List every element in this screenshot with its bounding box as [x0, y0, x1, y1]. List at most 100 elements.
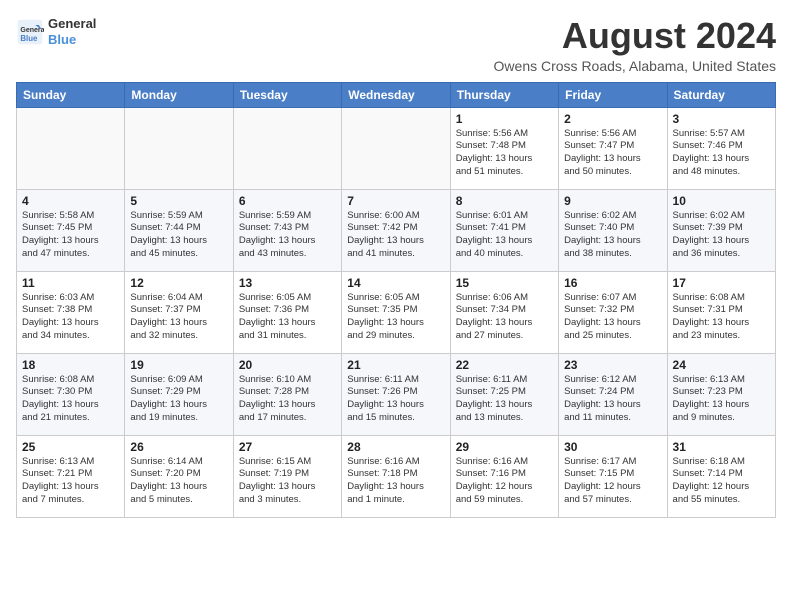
day-number: 10 [673, 194, 770, 208]
day-info: Sunrise: 5:57 AM Sunset: 7:46 PM Dayligh… [673, 128, 770, 179]
day-info: Sunrise: 5:58 AM Sunset: 7:45 PM Dayligh… [22, 210, 119, 261]
day-number: 13 [239, 276, 336, 290]
calendar-cell: 28 Sunrise: 6:16 AM Sunset: 7:18 PM Dayli… [342, 435, 450, 517]
day-number: 28 [347, 440, 444, 454]
day-info: Sunrise: 6:07 AM Sunset: 7:32 PM Dayligh… [564, 292, 661, 343]
calendar-cell: 20 Sunrise: 6:10 AM Sunset: 7:28 PM Dayli… [233, 353, 341, 435]
day-info: Sunrise: 6:02 AM Sunset: 7:40 PM Dayligh… [564, 210, 661, 261]
day-number: 18 [22, 358, 119, 372]
day-info: Sunrise: 6:03 AM Sunset: 7:38 PM Dayligh… [22, 292, 119, 343]
calendar-cell [17, 107, 125, 189]
calendar-week-5: 25Sunrise: 6:13 AM Sunset: 7:21 PM Dayli… [17, 435, 776, 517]
svg-text:Blue: Blue [20, 33, 38, 42]
day-info: Sunrise: 6:16 AM Sunset: 7:18 PM Dayligh… [347, 456, 444, 507]
day-number: 27 [239, 440, 336, 454]
calendar-cell: 16Sunrise: 6:07 AM Sunset: 7:32 PM Dayli… [559, 271, 667, 353]
day-info: Sunrise: 6:05 AM Sunset: 7:36 PM Dayligh… [239, 292, 336, 343]
calendar: SundayMondayTuesdayWednesdayThursdayFrid… [16, 82, 776, 518]
calendar-cell: 9 Sunrise: 6:02 AM Sunset: 7:40 PM Daylig… [559, 189, 667, 271]
day-info: Sunrise: 6:14 AM Sunset: 7:20 PM Dayligh… [130, 456, 227, 507]
day-number: 29 [456, 440, 553, 454]
day-number: 9 [564, 194, 661, 208]
calendar-cell [125, 107, 233, 189]
calendar-cell [233, 107, 341, 189]
calendar-cell: 29 Sunrise: 6:16 AM Sunset: 7:16 PM Dayli… [450, 435, 558, 517]
header: General Blue General Blue August 2024 Ow… [16, 16, 776, 74]
day-number: 11 [22, 276, 119, 290]
calendar-cell: 10 Sunrise: 6:02 AM Sunset: 7:39 PM Dayli… [667, 189, 775, 271]
calendar-cell: 8Sunrise: 6:01 AM Sunset: 7:41 PM Daylig… [450, 189, 558, 271]
calendar-week-4: 18 Sunrise: 6:08 AM Sunset: 7:30 PM Dayli… [17, 353, 776, 435]
day-info: Sunrise: 6:06 AM Sunset: 7:34 PM Dayligh… [456, 292, 553, 343]
day-number: 21 [347, 358, 444, 372]
day-info: Sunrise: 6:11 AM Sunset: 7:26 PM Dayligh… [347, 374, 444, 425]
logo-text: General Blue [48, 16, 96, 47]
day-number: 12 [130, 276, 227, 290]
day-header-saturday: Saturday [667, 82, 775, 107]
day-number: 5 [130, 194, 227, 208]
day-header-tuesday: Tuesday [233, 82, 341, 107]
calendar-cell: 2Sunrise: 5:56 AM Sunset: 7:47 PM Daylig… [559, 107, 667, 189]
calendar-cell: 31 Sunrise: 6:18 AM Sunset: 7:14 PM Dayli… [667, 435, 775, 517]
day-number: 14 [347, 276, 444, 290]
calendar-cell: 18 Sunrise: 6:08 AM Sunset: 7:30 PM Dayli… [17, 353, 125, 435]
day-number: 3 [673, 112, 770, 126]
calendar-cell: 13 Sunrise: 6:05 AM Sunset: 7:36 PM Dayli… [233, 271, 341, 353]
day-number: 25 [22, 440, 119, 454]
day-number: 1 [456, 112, 553, 126]
day-info: Sunrise: 5:56 AM Sunset: 7:47 PM Dayligh… [564, 128, 661, 179]
calendar-cell: 4 Sunrise: 5:58 AM Sunset: 7:45 PM Daylig… [17, 189, 125, 271]
calendar-cell: 17Sunrise: 6:08 AM Sunset: 7:31 PM Dayli… [667, 271, 775, 353]
location: Owens Cross Roads, Alabama, United State… [494, 58, 776, 74]
calendar-week-1: 1Sunrise: 5:56 AM Sunset: 7:48 PM Daylig… [17, 107, 776, 189]
day-header-friday: Friday [559, 82, 667, 107]
calendar-cell: 19Sunrise: 6:09 AM Sunset: 7:29 PM Dayli… [125, 353, 233, 435]
calendar-cell: 14 Sunrise: 6:05 AM Sunset: 7:35 PM Dayli… [342, 271, 450, 353]
calendar-header-row: SundayMondayTuesdayWednesdayThursdayFrid… [17, 82, 776, 107]
day-info: Sunrise: 6:08 AM Sunset: 7:30 PM Dayligh… [22, 374, 119, 425]
calendar-cell: 3 Sunrise: 5:57 AM Sunset: 7:46 PM Daylig… [667, 107, 775, 189]
day-number: 30 [564, 440, 661, 454]
calendar-cell: 6Sunrise: 5:59 AM Sunset: 7:43 PM Daylig… [233, 189, 341, 271]
calendar-cell: 1Sunrise: 5:56 AM Sunset: 7:48 PM Daylig… [450, 107, 558, 189]
calendar-week-2: 4 Sunrise: 5:58 AM Sunset: 7:45 PM Daylig… [17, 189, 776, 271]
month-title: August 2024 [494, 16, 776, 56]
calendar-cell: 12 Sunrise: 6:04 AM Sunset: 7:37 PM Dayli… [125, 271, 233, 353]
calendar-cell: 22 Sunrise: 6:11 AM Sunset: 7:25 PM Dayli… [450, 353, 558, 435]
day-header-wednesday: Wednesday [342, 82, 450, 107]
calendar-cell: 23 Sunrise: 6:12 AM Sunset: 7:24 PM Dayli… [559, 353, 667, 435]
title-block: August 2024 Owens Cross Roads, Alabama, … [494, 16, 776, 74]
day-info: Sunrise: 6:15 AM Sunset: 7:19 PM Dayligh… [239, 456, 336, 507]
day-number: 20 [239, 358, 336, 372]
calendar-week-3: 11 Sunrise: 6:03 AM Sunset: 7:38 PM Dayli… [17, 271, 776, 353]
calendar-cell: 25Sunrise: 6:13 AM Sunset: 7:21 PM Dayli… [17, 435, 125, 517]
day-number: 26 [130, 440, 227, 454]
day-info: Sunrise: 6:02 AM Sunset: 7:39 PM Dayligh… [673, 210, 770, 261]
day-info: Sunrise: 6:05 AM Sunset: 7:35 PM Dayligh… [347, 292, 444, 343]
day-info: Sunrise: 6:17 AM Sunset: 7:15 PM Dayligh… [564, 456, 661, 507]
page-container: General Blue General Blue August 2024 Ow… [0, 0, 792, 528]
day-number: 24 [673, 358, 770, 372]
day-number: 4 [22, 194, 119, 208]
calendar-cell: 27 Sunrise: 6:15 AM Sunset: 7:19 PM Dayli… [233, 435, 341, 517]
day-info: Sunrise: 6:00 AM Sunset: 7:42 PM Dayligh… [347, 210, 444, 261]
day-info: Sunrise: 6:08 AM Sunset: 7:31 PM Dayligh… [673, 292, 770, 343]
calendar-cell: 11 Sunrise: 6:03 AM Sunset: 7:38 PM Dayli… [17, 271, 125, 353]
calendar-cell [342, 107, 450, 189]
day-header-thursday: Thursday [450, 82, 558, 107]
day-info: Sunrise: 6:10 AM Sunset: 7:28 PM Dayligh… [239, 374, 336, 425]
day-header-sunday: Sunday [17, 82, 125, 107]
day-info: Sunrise: 6:16 AM Sunset: 7:16 PM Dayligh… [456, 456, 553, 507]
day-number: 23 [564, 358, 661, 372]
day-number: 22 [456, 358, 553, 372]
day-info: Sunrise: 6:04 AM Sunset: 7:37 PM Dayligh… [130, 292, 227, 343]
day-info: Sunrise: 6:11 AM Sunset: 7:25 PM Dayligh… [456, 374, 553, 425]
day-number: 31 [673, 440, 770, 454]
calendar-cell: 5Sunrise: 5:59 AM Sunset: 7:44 PM Daylig… [125, 189, 233, 271]
day-info: Sunrise: 6:12 AM Sunset: 7:24 PM Dayligh… [564, 374, 661, 425]
calendar-cell: 24Sunrise: 6:13 AM Sunset: 7:23 PM Dayli… [667, 353, 775, 435]
logo-icon: General Blue [16, 18, 44, 46]
day-info: Sunrise: 6:18 AM Sunset: 7:14 PM Dayligh… [673, 456, 770, 507]
calendar-cell: 26 Sunrise: 6:14 AM Sunset: 7:20 PM Dayli… [125, 435, 233, 517]
logo: General Blue General Blue [16, 16, 96, 47]
